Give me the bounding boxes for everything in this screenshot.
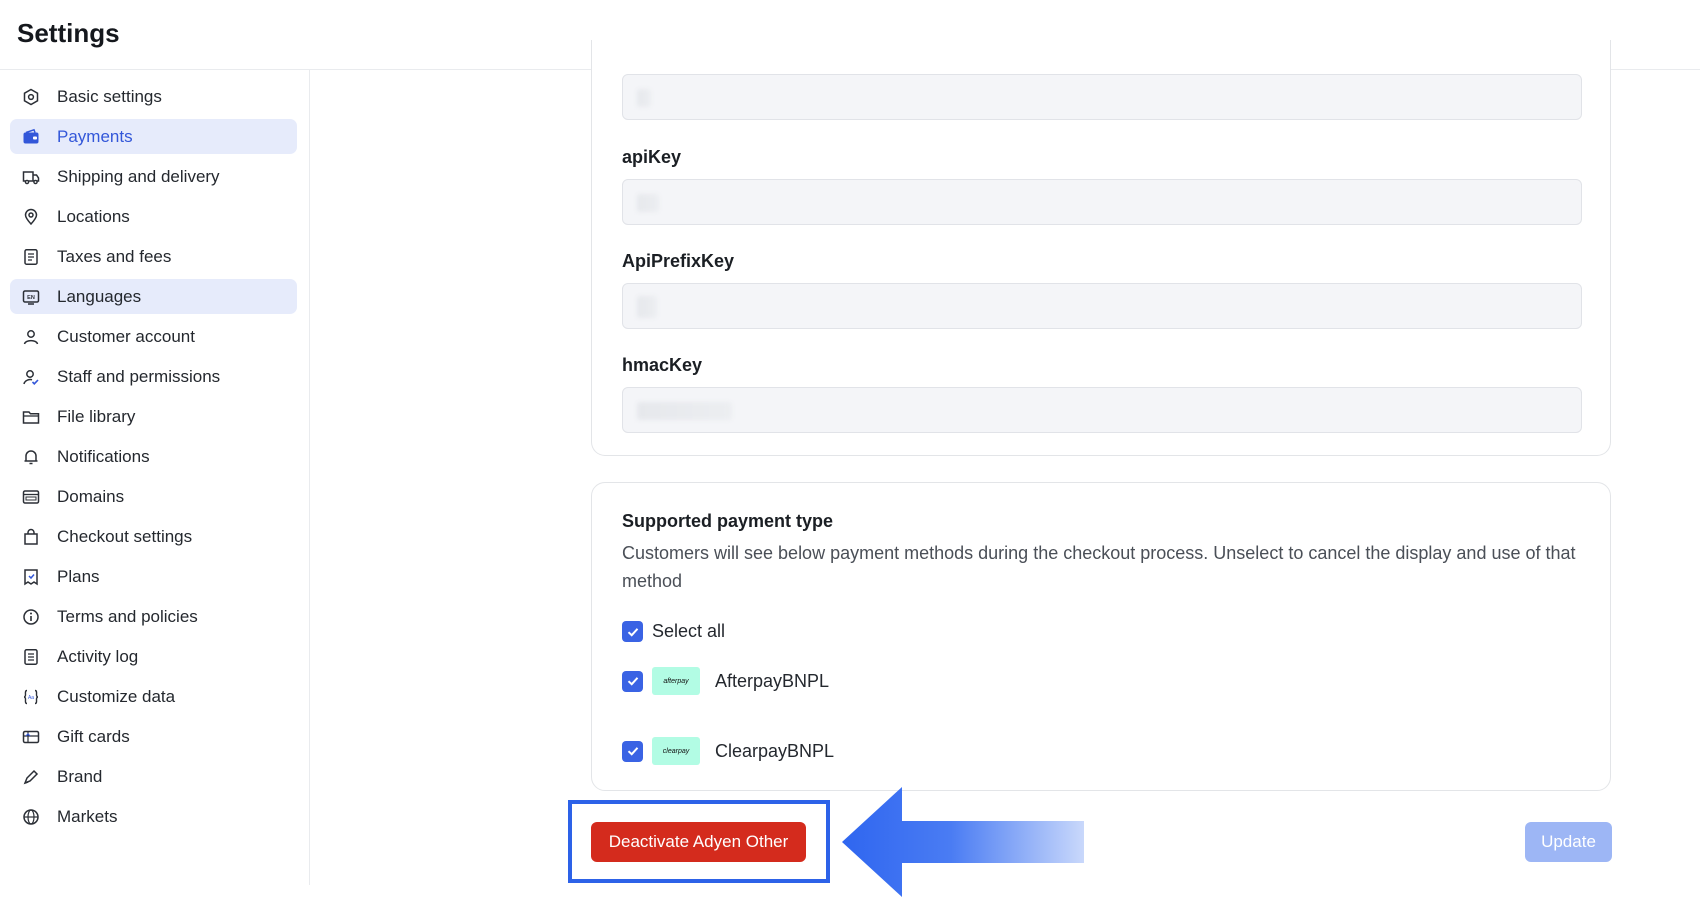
sidebar-item-shipping[interactable]: Shipping and delivery xyxy=(10,159,297,194)
shopping-bag-icon xyxy=(22,528,40,546)
sidebar-item-label: File library xyxy=(57,406,136,426)
deactivate-button[interactable]: Deactivate Adyen Other xyxy=(591,822,806,862)
hmackey-input[interactable] xyxy=(622,387,1582,433)
select-all-row: Select all xyxy=(622,621,725,642)
bell-icon xyxy=(22,448,40,466)
apiprefixkey-label: ApiPrefixKey xyxy=(622,251,735,271)
settings-hex-icon xyxy=(22,88,40,106)
sidebar-item-basic-settings[interactable]: Basic settings xyxy=(10,79,297,114)
language-icon: EN xyxy=(22,288,40,306)
clearpay-logo: clearpay xyxy=(652,737,700,765)
gift-card-icon xyxy=(22,728,40,746)
credentials-card: apiKey ApiPrefixKey hmacKey xyxy=(591,40,1611,456)
afterpay-checkbox[interactable] xyxy=(622,670,643,692)
sidebar-item-label: Locations xyxy=(57,206,130,226)
select-all-checkbox[interactable] xyxy=(622,621,643,642)
payment-type-card: Supported payment type Customers will se… xyxy=(591,482,1611,791)
page-title: Settings xyxy=(17,18,120,48)
info-icon xyxy=(22,608,40,626)
sidebar-item-plans[interactable]: Plans xyxy=(10,559,297,594)
sidebar-item-locations[interactable]: Locations xyxy=(10,199,297,234)
truck-icon xyxy=(22,168,40,186)
sidebar-item-label: Brand xyxy=(57,766,103,786)
sidebar-item-checkout-settings[interactable]: Checkout settings xyxy=(10,519,297,554)
clearpay-checkbox[interactable] xyxy=(622,740,643,762)
sidebar-item-payments[interactable]: Payments xyxy=(10,119,297,154)
sidebar-item-label: Domains xyxy=(57,486,125,506)
user-icon xyxy=(22,328,40,346)
sidebar-item-activity-log[interactable]: Activity log xyxy=(10,639,297,674)
svg-text:EN: EN xyxy=(27,295,35,301)
sidebar-item-label: Plans xyxy=(57,566,100,586)
settings-page: Settings Basic settings Payments Shippin… xyxy=(0,0,1700,898)
sidebar-item-label: Payments xyxy=(57,126,133,146)
sidebar-item-customer-account[interactable]: Customer account xyxy=(10,319,297,354)
wallet-icon xyxy=(22,128,40,146)
sidebar-item-label: Shipping and delivery xyxy=(57,166,220,186)
afterpay-logo: afterpay xyxy=(652,667,700,695)
apikey-input[interactable] xyxy=(622,179,1582,225)
checkmark-icon xyxy=(627,747,638,756)
svg-text:Aa: Aa xyxy=(28,695,34,701)
sidebar-item-markets[interactable]: Markets xyxy=(10,799,297,834)
sidebar-item-taxes[interactable]: Taxes and fees xyxy=(10,239,297,274)
sidebar-item-label: Markets xyxy=(57,806,118,826)
apikey-label: apiKey xyxy=(622,147,682,167)
checkmark-icon xyxy=(627,627,638,637)
settings-sidebar: Basic settings Payments Shipping and del… xyxy=(0,70,310,885)
sidebar-item-label: Activity log xyxy=(57,646,139,666)
brand-icon xyxy=(22,768,40,786)
sidebar-item-languages[interactable]: EN Languages xyxy=(10,279,297,314)
log-icon xyxy=(22,648,40,666)
sidebar-item-label: Gift cards xyxy=(57,726,130,746)
afterpay-label: AfterpayBNPL xyxy=(715,670,830,691)
sidebar-item-customize-data[interactable]: Aa Customize data xyxy=(10,679,297,714)
sidebar-item-label: Terms and policies xyxy=(57,606,198,626)
sidebar-item-file-library[interactable]: File library xyxy=(10,399,297,434)
checkmark-icon xyxy=(627,677,638,686)
sidebar-item-label: Taxes and fees xyxy=(57,246,172,266)
sidebar-item-label: Languages xyxy=(57,286,142,306)
sidebar-item-brand[interactable]: Brand xyxy=(10,759,297,794)
location-pin-icon xyxy=(22,208,40,226)
sidebar-item-gift-cards[interactable]: Gift cards xyxy=(10,719,297,754)
sidebar-item-label: Customer account xyxy=(57,326,195,346)
sidebar-item-label: Notifications xyxy=(57,446,150,466)
payment-method-row: afterpay AfterpayBNPL xyxy=(622,667,829,695)
payment-method-row: clearpay ClearpayBNPL xyxy=(622,737,834,765)
update-button[interactable]: Update xyxy=(1525,822,1612,862)
browser-icon xyxy=(22,488,40,506)
code-braces-icon: Aa xyxy=(22,688,40,706)
sidebar-item-label: Checkout settings xyxy=(57,526,193,546)
payment-type-title: Supported payment type xyxy=(622,511,834,531)
plan-icon xyxy=(22,568,40,586)
hmackey-label: hmacKey xyxy=(622,355,703,375)
sidebar-item-domains[interactable]: Domains xyxy=(10,479,297,514)
sidebar-item-terms[interactable]: Terms and policies xyxy=(10,599,297,634)
sidebar-item-staff[interactable]: Staff and permissions xyxy=(10,359,297,394)
apiprefixkey-input[interactable] xyxy=(622,283,1582,329)
clearpay-label: ClearpayBNPL xyxy=(715,740,835,761)
payment-type-description: Customers will see below payment methods… xyxy=(622,543,1576,591)
sidebar-item-notifications[interactable]: Notifications xyxy=(10,439,297,474)
select-all-label: Select all xyxy=(652,621,726,641)
annotation-arrow-icon xyxy=(842,787,1084,897)
sidebar-item-label: Customize data xyxy=(57,686,176,706)
user-check-icon xyxy=(22,368,40,386)
credential-input-top[interactable] xyxy=(622,74,1582,120)
globe-icon xyxy=(22,808,40,826)
sidebar-item-label: Basic settings xyxy=(57,86,162,106)
sidebar-item-label: Staff and permissions xyxy=(57,366,221,386)
folder-icon xyxy=(22,408,40,426)
receipt-icon xyxy=(22,248,40,266)
